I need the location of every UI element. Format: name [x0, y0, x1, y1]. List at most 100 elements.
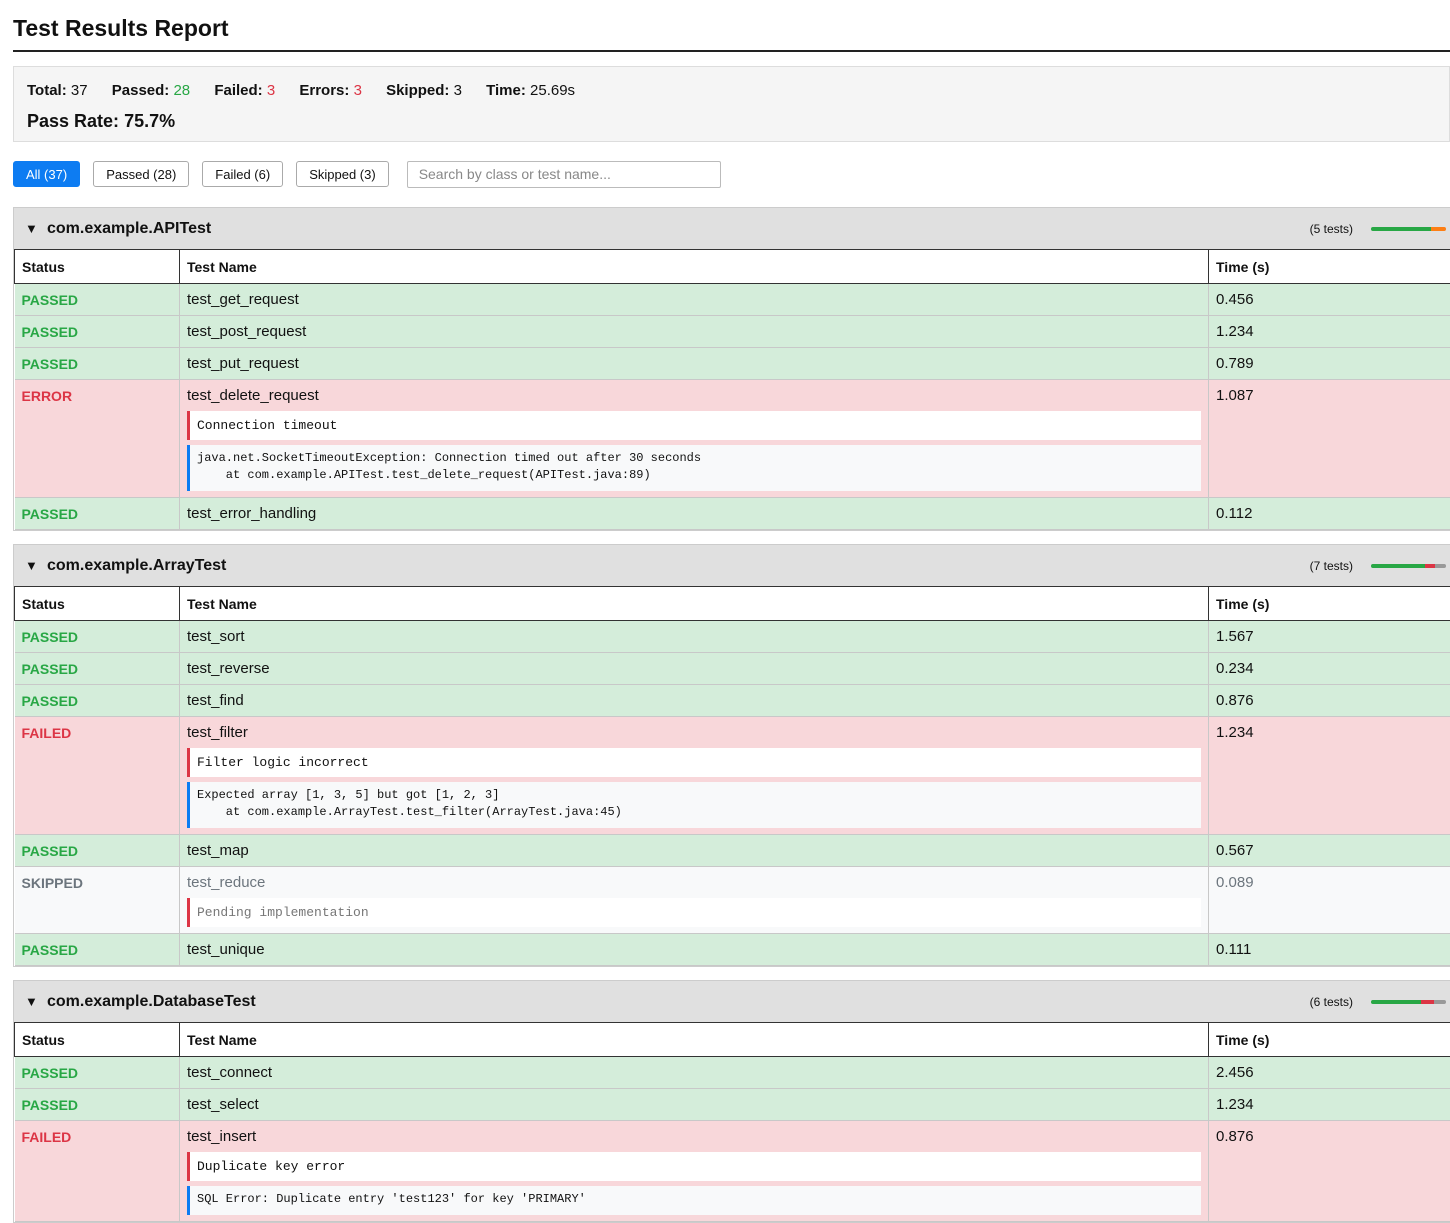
- suite-name: com.example.ArrayTest: [47, 557, 226, 575]
- table-row: PASSEDtest_map0.567: [15, 835, 1450, 867]
- stat-errors-label: Errors:: [299, 82, 349, 99]
- time-cell: 0.234: [1209, 653, 1450, 685]
- summary-stats: Total: 37 Passed: 28 Failed: 3 Errors: 3…: [27, 67, 1449, 100]
- test-name-cell: test_unique: [180, 934, 1209, 966]
- table-row: PASSED test_sort 1.567: [15, 621, 1450, 653]
- progress-segment-passed: [1371, 564, 1425, 568]
- test-name: test_sort: [187, 628, 1201, 646]
- stack-trace: Expected array [1, 3, 5] but got [1, 2, …: [187, 782, 1201, 828]
- suite-header[interactable]: ▼com.example.DatabaseTest(6 tests): [14, 981, 1450, 1022]
- results-table: StatusTest NameTime (s)PASSEDtest_get_re…: [14, 249, 1450, 530]
- filter-bar: All (37) Passed (28) Failed (6) Skipped …: [13, 161, 1450, 187]
- filter-passed-button[interactable]: Passed (28): [93, 161, 189, 187]
- time-cell: 0.567: [1209, 835, 1450, 867]
- time-cell: 2.456: [1209, 1057, 1450, 1089]
- status-cell: PASSED: [15, 1057, 180, 1089]
- suite-header[interactable]: ▼ com.example.ArrayTest (7 tests): [14, 545, 1450, 586]
- stat-skipped: Skipped: 3: [386, 82, 462, 99]
- time-cell: 0.089: [1209, 867, 1450, 934]
- suite-list: ▼com.example.APITest(5 tests)StatusTest …: [13, 207, 1450, 1223]
- stat-passed-label: Passed:: [112, 82, 170, 99]
- stat-failed-label: Failed:: [214, 82, 262, 99]
- error-message: Filter logic incorrect: [187, 748, 1201, 777]
- test-name-cell: test_insertDuplicate key errorSQL Error:…: [180, 1121, 1209, 1222]
- results-table-body: PASSED test_sort 1.567 PASSED test_reverse 0.…: [15, 621, 1450, 966]
- suite-header[interactable]: ▼com.example.APITest(5 tests): [14, 208, 1450, 249]
- search-input[interactable]: [407, 161, 721, 188]
- stat-failed: Failed: 3: [214, 82, 275, 99]
- stat-failed-value: 3: [267, 82, 275, 99]
- table-row: PASSEDtest_unique0.111: [15, 934, 1450, 966]
- test-suite: ▼ com.example.ArrayTest (7 tests) StatusTes…: [13, 544, 1450, 967]
- stat-time: Time: 25.69s: [486, 82, 575, 99]
- collapse-toggle-icon[interactable]: ▼: [25, 994, 41, 1009]
- test-name: test_reverse: [187, 660, 1201, 678]
- table-row: FAILEDtest_insertDuplicate key errorSQL …: [15, 1121, 1450, 1222]
- suite-progress-bar: [1371, 1000, 1446, 1004]
- filter-failed-button[interactable]: Failed (6): [202, 161, 283, 187]
- test-suite: ▼com.example.DatabaseTest(6 tests)Status…: [13, 980, 1450, 1223]
- table-row: PASSEDtest_select1.234: [15, 1089, 1450, 1121]
- time-cell: 1.234: [1209, 717, 1450, 835]
- collapse-toggle-icon[interactable]: ▼: [25, 558, 41, 573]
- test-name-cell: test_find: [180, 685, 1209, 717]
- filter-all-button[interactable]: All (37): [13, 161, 80, 187]
- header-row: StatusTest NameTime (s): [15, 587, 1450, 621]
- table-row: ERRORtest_delete_requestConnection timeo…: [15, 380, 1450, 498]
- results-table-head: StatusTest NameTime (s): [15, 250, 1450, 284]
- header-row: StatusTest NameTime (s): [15, 1023, 1450, 1057]
- suite-test-count: (6 tests): [1310, 995, 1353, 1009]
- page-title: Test Results Report: [13, 0, 1450, 52]
- stat-total: Total: 37: [27, 82, 88, 99]
- suite-test-count: (5 tests): [1310, 222, 1353, 236]
- status-cell: PASSED: [15, 316, 180, 348]
- test-name: test_error_handling: [187, 505, 1201, 523]
- status-cell: PASSED: [15, 498, 180, 530]
- error-message: Connection timeout: [187, 411, 1201, 440]
- summary-panel: Total: 37 Passed: 28 Failed: 3 Errors: 3…: [13, 66, 1450, 142]
- collapse-toggle-icon[interactable]: ▼: [25, 221, 41, 236]
- status-cell: SKIPPED: [15, 867, 180, 934]
- progress-segment-passed: [1371, 1000, 1421, 1004]
- stat-total-label: Total:: [27, 82, 67, 99]
- results-table-head: StatusTest NameTime (s): [15, 1023, 1450, 1057]
- filter-skipped-button[interactable]: Skipped (3): [296, 161, 388, 187]
- results-table-body: PASSED test_connect 2.456PASSEDtest_select…: [15, 1057, 1450, 1222]
- header-test-name: Test Name: [180, 587, 1209, 621]
- table-row: PASSEDtest_post_request1.234: [15, 316, 1450, 348]
- header-status: Status: [15, 1023, 180, 1057]
- test-name: test_connect: [187, 1064, 1201, 1082]
- test-name-cell: test_post_request: [180, 316, 1209, 348]
- table-row: SKIPPEDtest_reducePending implementation…: [15, 867, 1450, 934]
- header-status: Status: [15, 587, 180, 621]
- progress-segment-skipped: [1435, 564, 1446, 568]
- stat-time-value: 25.69s: [530, 82, 575, 99]
- table-row: PASSEDtest_get_request0.456: [15, 284, 1450, 316]
- time-cell: 1.567: [1209, 621, 1450, 653]
- header-status: Status: [15, 250, 180, 284]
- status-cell: PASSED: [15, 685, 180, 717]
- stat-total-value: 37: [71, 82, 88, 99]
- test-name: test_reduce: [187, 874, 1201, 892]
- status-cell: PASSED: [15, 348, 180, 380]
- suite-test-count: (7 tests): [1310, 559, 1353, 573]
- header-row: StatusTest NameTime (s): [15, 250, 1450, 284]
- results-table: StatusTest NameTime (s)PASSEDtest_sort1.…: [14, 586, 1450, 966]
- stat-time-label: Time:: [486, 82, 526, 99]
- suite-progress-bar: [1371, 227, 1446, 231]
- time-cell: 0.112: [1209, 498, 1450, 530]
- table-row: PASSEDtest_put_request0.789: [15, 348, 1450, 380]
- test-name-cell: test_sort: [180, 621, 1209, 653]
- test-name-cell: test_filter Filter logic incorrect Expecte…: [180, 717, 1209, 835]
- progress-segment-skipped: [1434, 1000, 1446, 1004]
- test-name-cell: test_map: [180, 835, 1209, 867]
- stat-errors: Errors: 3: [299, 82, 362, 99]
- test-suite: ▼com.example.APITest(5 tests)StatusTest …: [13, 207, 1450, 531]
- time-cell: 1.234: [1209, 316, 1450, 348]
- stat-skipped-label: Skipped:: [386, 82, 449, 99]
- status-cell: FAILED: [15, 1121, 180, 1222]
- table-row: PASSEDtest_find0.876: [15, 685, 1450, 717]
- test-name-cell: test_delete_requestConnection timeoutjav…: [180, 380, 1209, 498]
- status-cell: PASSED: [15, 621, 180, 653]
- test-name: test_filter: [187, 724, 1201, 742]
